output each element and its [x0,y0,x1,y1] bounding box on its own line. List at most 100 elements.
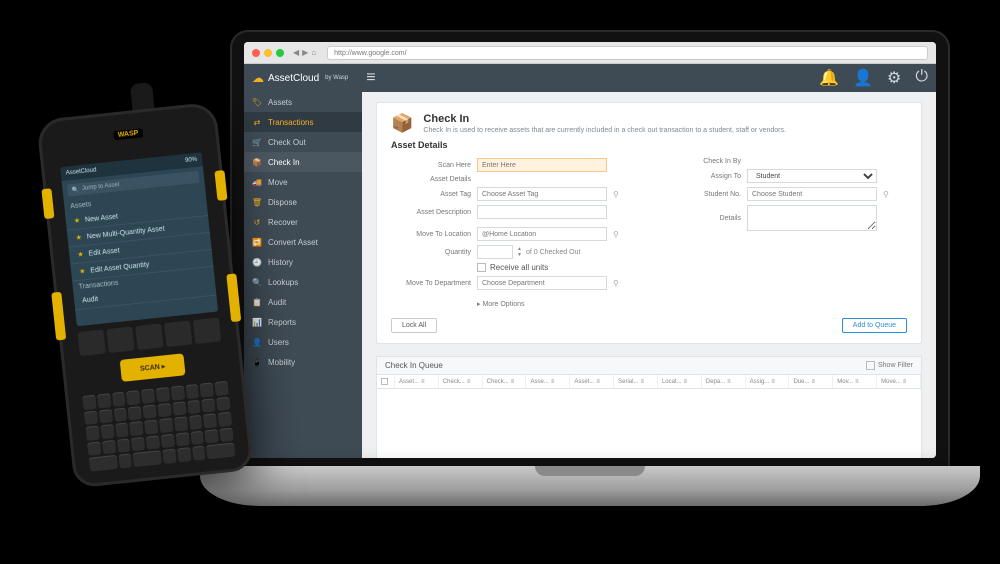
asset-desc-input[interactable] [477,205,607,219]
key[interactable] [192,446,206,461]
key[interactable] [143,404,157,419]
key[interactable] [100,424,114,439]
side-button[interactable] [41,188,54,219]
col[interactable]: Mov...≡ [833,375,877,388]
key[interactable] [174,417,188,432]
softkey[interactable] [135,323,163,350]
key[interactable] [200,382,214,397]
key[interactable] [215,381,229,396]
close-window-icon[interactable] [252,49,260,57]
key[interactable] [156,387,170,402]
key[interactable] [89,455,118,471]
quantity-input[interactable] [477,245,513,259]
col-checkbox[interactable] [377,375,395,388]
lookup-icon[interactable]: ⚲ [613,190,621,198]
notifications-icon[interactable]: 🔔 [819,68,839,88]
spacebar-key[interactable] [133,451,162,467]
settings-icon[interactable]: ⚙ [887,68,901,88]
key[interactable] [130,421,144,436]
col[interactable]: Due...≡ [789,375,833,388]
key[interactable] [115,423,129,438]
key[interactable] [171,385,185,400]
quantity-stepper[interactable]: ▲▼ [517,246,522,258]
forward-icon[interactable]: ▶ [302,48,308,57]
col[interactable]: Check...≡ [483,375,527,388]
key[interactable] [117,438,131,453]
side-button[interactable] [51,292,66,341]
softkey[interactable] [164,320,192,347]
key[interactable] [82,395,96,410]
key[interactable] [128,406,142,421]
sidebar-item-checkin[interactable]: 📦 Check In [244,152,362,172]
key[interactable] [187,399,201,414]
assign-to-select[interactable]: Student [747,169,877,183]
key[interactable] [144,420,158,435]
col[interactable]: Move...≡ [877,375,921,388]
lock-all-button[interactable]: Lock All [391,318,437,333]
maximize-window-icon[interactable] [276,49,284,57]
move-loc-input[interactable] [477,227,607,241]
lookup-icon[interactable]: ⚲ [883,190,891,198]
receive-all-checkbox[interactable] [477,263,486,272]
scan-input[interactable] [477,158,607,172]
sidebar-item-users[interactable]: 👤 Users [244,332,362,352]
add-to-queue-button[interactable]: Add to Queue [842,318,907,333]
lookup-icon[interactable]: ⚲ [613,279,621,287]
key[interactable] [141,389,155,404]
col[interactable]: Check...≡ [439,375,483,388]
show-filter-toggle[interactable]: Show Filter [866,361,913,370]
softkey[interactable] [106,327,134,354]
user-icon[interactable]: 👤 [853,68,873,88]
key[interactable] [157,403,171,418]
col[interactable]: Depa...≡ [702,375,746,388]
key[interactable] [84,410,98,425]
key[interactable] [97,393,111,408]
sidebar-item-transactions[interactable]: ⇄ Transactions [244,112,362,132]
sidebar-item-history[interactable]: 🕘 History [244,252,362,272]
sidebar-item-reports[interactable]: 📊 Reports [244,312,362,332]
key[interactable] [185,384,199,399]
key[interactable] [177,448,191,463]
student-no-input[interactable] [747,187,877,201]
key[interactable] [99,409,113,424]
col[interactable]: Asse...≡ [526,375,570,388]
key[interactable] [216,396,230,411]
key[interactable] [175,432,189,447]
sidebar-item-lookups[interactable]: 🔍 Lookups [244,272,362,292]
key[interactable] [146,435,160,450]
softkey[interactable] [78,330,106,357]
sidebar-item-dispose[interactable]: 🗑 Dispose [244,192,362,212]
key[interactable] [190,430,204,445]
logout-icon[interactable]: ⏻ [915,68,928,88]
scan-button[interactable]: SCAN ▸ [120,353,186,382]
key[interactable] [218,412,232,427]
back-icon[interactable]: ◀ [293,48,299,57]
sidebar-item-recover[interactable]: ↺ Recover [244,212,362,232]
home-icon[interactable]: ⌂ [311,48,316,57]
address-bar[interactable]: http://www.google.com/ [327,46,928,60]
sidebar-item-checkout[interactable]: 🛒 Check Out [244,132,362,152]
key[interactable] [126,390,140,405]
key[interactable] [202,398,216,413]
minimize-window-icon[interactable] [264,49,272,57]
key[interactable] [206,443,235,459]
key[interactable] [205,429,219,444]
app-logo[interactable]: ☁ AssetCloud by Wasp [252,71,348,85]
sidebar-item-audit[interactable]: 📋 Audit [244,292,362,312]
col[interactable]: Serial...≡ [614,375,658,388]
asset-tag-input[interactable] [477,187,607,201]
col[interactable]: Assig...≡ [746,375,790,388]
col[interactable]: Asset...≡ [395,375,439,388]
sidebar-item-mobility[interactable]: 📱 Mobility [244,352,362,372]
key[interactable] [162,449,176,464]
move-dept-input[interactable] [477,276,607,290]
details-textarea[interactable] [747,205,877,231]
key[interactable] [102,440,116,455]
key[interactable] [85,426,99,441]
key[interactable] [118,454,132,469]
key[interactable] [159,418,173,433]
menu-toggle-icon[interactable]: ≡ [366,69,375,87]
col[interactable]: Asset...≡ [570,375,614,388]
filter-checkbox[interactable] [866,361,875,370]
lookup-icon[interactable]: ⚲ [613,230,621,238]
